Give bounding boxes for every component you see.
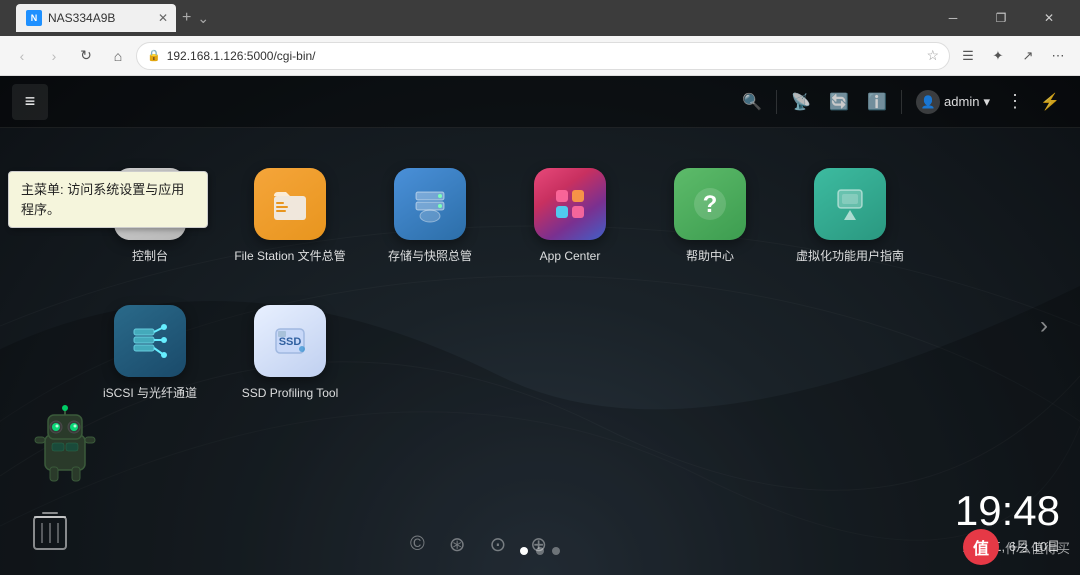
clock-time: 19:48: [955, 490, 1060, 532]
toolbar-divider-2: [901, 90, 902, 114]
user-menu[interactable]: 👤 admin ▾: [908, 90, 998, 114]
tooltip-text: 主菜单: 访问系统设置与应用程序。: [21, 182, 184, 217]
search-icon: 🔍: [742, 92, 762, 112]
svg-text:SSD: SSD: [279, 336, 302, 348]
browser-titlebar: N NAS334A9B ✕ + ⌄ ─ ❐ ✕: [0, 0, 1080, 36]
virtualization-label: 虚拟化功能用户指南: [796, 248, 904, 265]
helpdesk-label: 帮助中心: [686, 248, 734, 265]
app-icon-iscsi[interactable]: iSCSI 与光纤通道: [80, 295, 220, 412]
helpdesk-icon-img: ?: [674, 168, 746, 240]
more-icon: ⋮: [1006, 91, 1024, 111]
search-button[interactable]: 🔍: [734, 84, 770, 120]
ssd-icon: SSD: [268, 319, 312, 363]
browser-chrome: N NAS334A9B ✕ + ⌄ ─ ❐ ✕ ‹ › ↻ ⌂ 🔒 192.16…: [0, 0, 1080, 76]
app-icon-ssd[interactable]: SSD SSD Profiling Tool: [220, 295, 360, 412]
tab-title: NAS334A9B: [48, 11, 115, 25]
hamburger-icon: ≡: [25, 91, 36, 112]
app-icon-helpdesk[interactable]: ? 帮助中心: [640, 158, 780, 275]
bottom-icons: © ⊛ ⊙ ⊕: [410, 532, 547, 557]
iscsi-icon-img: [114, 305, 186, 377]
minimize-button[interactable]: ─: [930, 0, 976, 36]
resource-monitor-button[interactable]: ⚡: [1032, 84, 1068, 120]
trash-icon[interactable]: [28, 505, 72, 555]
tooltip: 主菜单: 访问系统设置与应用程序。: [8, 171, 208, 228]
user-avatar: 👤: [916, 90, 940, 114]
info-icon: ℹ️: [867, 92, 887, 112]
ssd-label: SSD Profiling Tool: [242, 385, 339, 402]
refresh-button[interactable]: ↻: [72, 42, 100, 70]
watermark: 值 什么值得买: [963, 529, 1070, 565]
toolbar-divider-1: [776, 90, 777, 114]
next-page-arrow[interactable]: ›: [1028, 310, 1060, 342]
address-text: 192.168.1.126:5000/cgi-bin/: [167, 49, 921, 63]
watermark-logo: 值: [963, 529, 999, 565]
ssd-icon-img: SSD: [254, 305, 326, 377]
iscsi-label: iSCSI 与光纤通道: [103, 385, 197, 402]
filestation-icon-img: [254, 168, 326, 240]
reading-view-button[interactable]: ☰: [954, 42, 982, 70]
close-button[interactable]: ✕: [1026, 0, 1072, 36]
watermark-text: 什么值得买: [1005, 538, 1070, 557]
user-dropdown-icon: ▾: [983, 94, 990, 110]
appcenter-label: App Center: [540, 248, 601, 265]
restore-button[interactable]: ❐: [978, 0, 1024, 36]
appcenter-icon-img: [534, 168, 606, 240]
bottom-icon-2[interactable]: ⊛: [449, 532, 466, 557]
iscsi-icon: [128, 319, 172, 363]
bottom-icon-4[interactable]: ⊕: [530, 532, 547, 557]
app-icon-virtualization[interactable]: 虚拟化功能用户指南: [780, 158, 920, 275]
nas-desktop: ≡ 🔍 📡 🔄 ℹ️ 👤 admin ▾ ⋮: [0, 76, 1080, 575]
monitor-icon: ⚡: [1040, 92, 1060, 112]
storage-label: 存储与快照总管: [388, 248, 472, 265]
browser-tab[interactable]: N NAS334A9B ✕: [16, 4, 176, 32]
nas-toolbar: ≡ 🔍 📡 🔄 ℹ️ 👤 admin ▾ ⋮: [0, 76, 1080, 128]
tab-bar: N NAS334A9B ✕ + ⌄: [16, 0, 922, 36]
robot-mascot: [30, 405, 100, 485]
app-icon-storage[interactable]: 存储与快照总管: [360, 158, 500, 275]
tab-close-button[interactable]: ✕: [158, 11, 168, 25]
bottom-icon-1[interactable]: ©: [410, 533, 425, 556]
more-options-button[interactable]: ⋮: [1000, 91, 1030, 112]
main-menu-button[interactable]: ≡: [12, 84, 48, 120]
dot-3[interactable]: [552, 547, 560, 555]
qsync-icon: 🔄: [829, 92, 849, 112]
robot-svg: [30, 405, 100, 485]
storage-icon: [408, 182, 452, 226]
qsync-button[interactable]: 🔄: [821, 84, 857, 120]
favorites-button[interactable]: ✦: [984, 42, 1012, 70]
external-access-button[interactable]: 📡: [783, 84, 819, 120]
controlpanel-label: 控制台: [132, 248, 168, 265]
storage-icon-img: [394, 168, 466, 240]
toolbar-right-icons: 🔍 📡 🔄 ℹ️ 👤 admin ▾ ⋮ ⚡: [734, 84, 1068, 120]
bottom-icon-3[interactable]: ⊙: [490, 532, 507, 557]
address-bar[interactable]: 🔒 192.168.1.126:5000/cgi-bin/ ☆: [136, 42, 950, 70]
nav-extra-buttons: ☰ ✦ ↗ ⋯: [954, 42, 1072, 70]
folder-icon: [268, 182, 312, 226]
app-icon-appcenter[interactable]: App Center: [500, 158, 640, 275]
virtualization-icon: [828, 182, 872, 226]
forward-button[interactable]: ›: [40, 42, 68, 70]
tab-list-button[interactable]: ⌄: [197, 10, 209, 27]
external-icon: 📡: [791, 92, 811, 112]
info-button[interactable]: ℹ️: [859, 84, 895, 120]
browser-navbar: ‹ › ↻ ⌂ 🔒 192.168.1.126:5000/cgi-bin/ ☆ …: [0, 36, 1080, 76]
favicon: N: [26, 10, 42, 26]
bookmark-star-icon[interactable]: ☆: [926, 47, 939, 64]
virtualization-icon-img: [814, 168, 886, 240]
new-tab-button[interactable]: +: [176, 9, 197, 27]
svg-text:?: ?: [703, 191, 718, 218]
window-controls: ─ ❐ ✕: [930, 0, 1072, 36]
user-name: admin: [944, 94, 979, 109]
appcenter-grid-icon: [548, 182, 592, 226]
share-button[interactable]: ↗: [1014, 42, 1042, 70]
trash-svg: [28, 505, 72, 555]
question-mark-icon: ?: [688, 182, 732, 226]
more-button[interactable]: ⋯: [1044, 42, 1072, 70]
app-icon-filestation[interactable]: File Station 文件总管: [220, 158, 360, 275]
home-button[interactable]: ⌂: [104, 42, 132, 70]
security-lock-icon: 🔒: [147, 49, 161, 62]
back-button[interactable]: ‹: [8, 42, 36, 70]
filestation-label: File Station 文件总管: [234, 248, 345, 265]
